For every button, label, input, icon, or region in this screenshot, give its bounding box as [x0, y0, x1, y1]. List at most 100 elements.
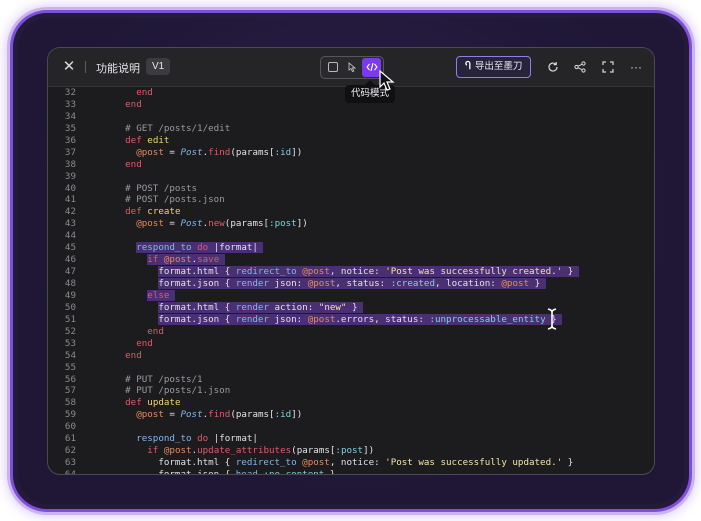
line-number: 63 [64, 457, 76, 469]
code-text: format.html { redirect_to @post, notice:… [103, 457, 574, 469]
code-line: 56 # PUT /posts/1 [48, 374, 654, 386]
code-line: 61 respond_to do |format| [48, 433, 654, 445]
line-number: 42 [64, 206, 76, 218]
code-line: 35 # GET /posts/1/edit [48, 123, 654, 135]
code-text: if @post.save [103, 254, 225, 266]
line-number: 32 [64, 87, 76, 98]
code-line: 60 [48, 421, 654, 433]
code-text: else [103, 289, 175, 302]
code-line: 62 if @post.update_attributes(params[:po… [48, 445, 654, 457]
page-title: 功能说明 [96, 63, 140, 75]
line-number: 52 [64, 325, 76, 337]
line-number: 44 [64, 230, 76, 242]
line-number: 56 [64, 373, 76, 385]
line-number: 35 [64, 122, 76, 134]
code-line: 47 format.html { redirect_to @post, noti… [48, 266, 654, 278]
code-line: 45 respond_to do |format| [48, 242, 654, 254]
line-number: 45 [64, 242, 76, 254]
line-number: 46 [64, 254, 76, 266]
code-text: def create [125, 206, 181, 218]
line-number: 38 [64, 158, 76, 170]
code-text: # PUT /posts/1.json [103, 385, 231, 397]
code-line: 46 if @post.save [48, 254, 654, 266]
code-text: format.json { render json: @post.errors,… [158, 313, 563, 325]
code-text: respond_to do |format| [136, 433, 258, 445]
code-text: format.html { render action: "new" } [158, 301, 364, 313]
code-text: format.html { redirect_to @post, notice:… [158, 266, 579, 278]
code-text: end [125, 349, 142, 361]
modao-logo-icon: Ⴄ [465, 61, 471, 72]
toolbar-divider [85, 61, 86, 73]
code-line: 42 def create [48, 206, 654, 218]
line-number: 55 [64, 361, 76, 373]
line-number: 41 [64, 194, 76, 206]
line-number: 64 [48, 469, 76, 474]
code-text: # POST /posts.json [103, 194, 225, 206]
code-text: respond_to do |format| [136, 242, 264, 254]
code-text: end [147, 325, 164, 337]
code-text: @post = Post.new(params[:post]) [136, 218, 308, 230]
code-text: @post = Post.find(params[:id]) [136, 146, 303, 158]
code-line: 52 end [48, 326, 654, 338]
code-text: if @post.update_attributes(params[:post]… [147, 445, 375, 457]
code-line: 41 # POST /posts.json [48, 194, 654, 206]
line-number: 37 [64, 146, 76, 158]
line-number: 53 [64, 337, 76, 349]
mouse-pointer-icon [379, 70, 395, 91]
fullscreen-icon[interactable] [600, 59, 616, 75]
line-number: 60 [64, 421, 76, 433]
line-number: 59 [64, 409, 76, 421]
code-line: 39 [48, 171, 654, 183]
line-number: 39 [64, 170, 76, 182]
code-text: end [136, 337, 153, 349]
preview-mode-icon[interactable] [323, 58, 342, 77]
code-text: format.json { render json: @post, status… [158, 278, 546, 289]
code-text: @post = Post.find(params[:id]) [136, 409, 303, 421]
toolbar: ✕ 功能说明 V1 Ⴄ 导出至墨刀 ··· [48, 48, 654, 87]
line-number: 49 [64, 289, 76, 301]
code-line: 53 end [48, 338, 654, 350]
line-number: 54 [64, 349, 76, 361]
line-number: 43 [64, 218, 76, 230]
code-line: 51 format.json { render json: @post.erro… [48, 313, 654, 326]
annotate-mode-icon[interactable] [342, 58, 361, 77]
code-text: format.json { head :no_content } [103, 469, 335, 474]
line-number: 50 [64, 301, 76, 313]
text-cursor-icon [547, 308, 557, 330]
code-text: # PUT /posts/1 [103, 373, 203, 385]
refresh-icon[interactable] [545, 59, 561, 75]
code-line: 34 [48, 111, 654, 123]
preview-window: ✕ 功能说明 V1 Ⴄ 导出至墨刀 ··· 32 end 33 end 34 3… [47, 47, 655, 475]
line-number: 36 [64, 134, 76, 146]
share-icon[interactable] [572, 59, 588, 75]
code-line: 48 format.json { render json: @post, sta… [48, 278, 654, 290]
code-line: 37 @post = Post.find(params[:id]) [48, 147, 654, 159]
line-number: 33 [64, 98, 76, 110]
code-line: 50 format.html { render action: "new" } [48, 301, 654, 314]
code-line: 43 @post = Post.new(params[:post]) [48, 218, 654, 230]
code-line: 54 end [48, 350, 654, 362]
more-icon[interactable]: ··· [628, 59, 644, 75]
line-number: 61 [64, 433, 76, 445]
line-number: 57 [64, 385, 76, 397]
code-line: 58 def update [48, 397, 654, 409]
code-text: def edit [125, 134, 170, 146]
code-line: 55 [48, 362, 654, 374]
close-icon[interactable]: ✕ [61, 59, 77, 75]
code-line: 63 format.html { redirect_to @post, noti… [48, 457, 654, 469]
code-editor[interactable]: 32 end 33 end 34 35 # GET /posts/1/edit 36 d… [48, 87, 654, 474]
line-number: 48 [64, 278, 76, 289]
code-text: end [125, 158, 142, 170]
code-line: 57 # PUT /posts/1.json [48, 385, 654, 397]
code-text: end [125, 98, 142, 110]
code-text: def update [125, 397, 181, 409]
code-line: 64 format.json { head :no_content } [48, 469, 654, 474]
mode-switcher [320, 56, 384, 79]
export-button[interactable]: Ⴄ 导出至墨刀 [456, 56, 532, 78]
version-badge[interactable]: V1 [146, 58, 171, 75]
line-number: 51 [64, 313, 76, 325]
export-label: 导出至墨刀 [474, 61, 523, 72]
code-line: 59 @post = Post.find(params[:id]) [48, 409, 654, 421]
code-line: 49 else [48, 289, 654, 302]
code-line: 44 [48, 230, 654, 242]
